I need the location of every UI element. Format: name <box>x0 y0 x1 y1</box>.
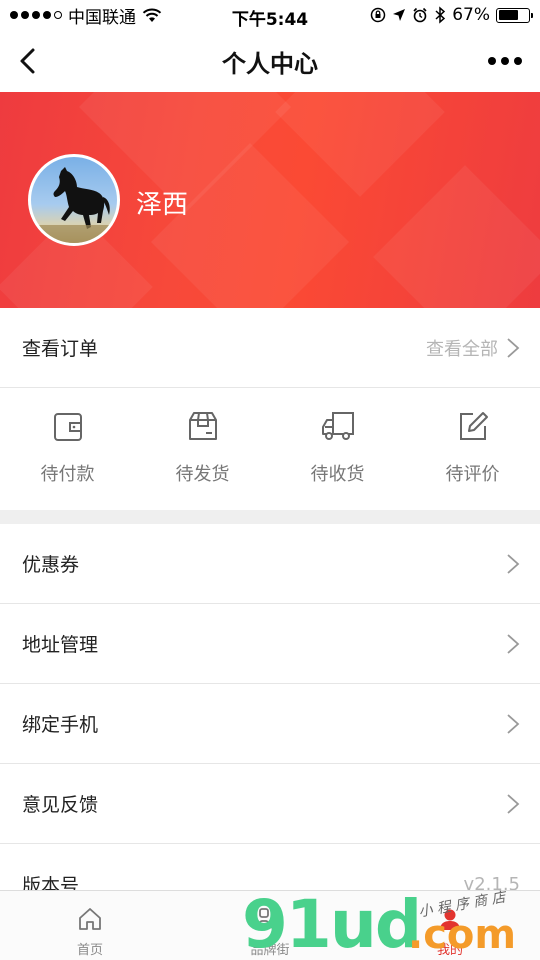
back-icon[interactable] <box>14 46 44 76</box>
user-icon <box>440 909 460 930</box>
section-divider <box>0 510 540 524</box>
tab-label: 品牌街 <box>250 943 290 958</box>
horse-avatar-image <box>31 167 117 243</box>
home-icon <box>79 908 101 930</box>
order-pending-review[interactable]: 待评价 <box>405 388 540 510</box>
status-bar: 中国联通 下午5:44 67% <box>0 0 540 30</box>
banner-pattern <box>275 92 445 197</box>
tab-brand-street[interactable]: 品牌街 <box>180 891 360 960</box>
tab-label: 我的 <box>436 943 463 958</box>
wallet-icon <box>53 413 82 441</box>
battery-percent: 67% <box>452 5 490 25</box>
package-icon <box>188 412 217 440</box>
menu-bind-phone[interactable]: 绑定手机 <box>0 684 540 764</box>
order-item-label: 待付款 <box>40 464 95 485</box>
tab-label: 首页 <box>76 943 103 958</box>
view-all-link[interactable]: 查看全部 <box>426 335 498 361</box>
profile-banner: 泽西 <box>0 92 540 308</box>
username: 泽西 <box>136 190 189 220</box>
battery-icon <box>496 7 533 23</box>
order-pending-receipt[interactable]: 待收货 <box>270 388 405 510</box>
menu-item-label: 意见反馈 <box>22 794 99 816</box>
more-icon[interactable] <box>488 57 522 65</box>
rotation-lock-icon <box>370 7 386 23</box>
menu-item-label: 优惠券 <box>22 554 80 576</box>
menu-feedback[interactable]: 意见反馈 <box>0 764 540 844</box>
chevron-right-icon <box>507 713 520 734</box>
order-status-bar: 待付款 待发货 待收货 待评价 <box>0 388 540 510</box>
alarm-icon <box>413 7 427 23</box>
truck-icon <box>321 412 354 440</box>
nav-bar: 个人中心 <box>0 30 540 92</box>
carrier-name: 中国联通 <box>68 7 136 28</box>
tab-home[interactable]: 首页 <box>0 891 180 960</box>
avatar[interactable] <box>28 154 120 246</box>
menu-address[interactable]: 地址管理 <box>0 604 540 684</box>
order-item-label: 待评价 <box>445 464 500 485</box>
edit-icon <box>459 412 488 440</box>
order-pending-payment[interactable]: 待付款 <box>0 388 135 510</box>
menu-coupons[interactable]: 优惠券 <box>0 524 540 604</box>
location-icon <box>393 9 406 21</box>
banner-pattern <box>373 165 540 308</box>
signal-strength-icon <box>10 11 62 19</box>
chevron-right-icon <box>507 337 520 358</box>
order-item-label: 待发货 <box>175 464 230 485</box>
chevron-right-icon <box>507 633 520 654</box>
page-title: 个人中心 <box>222 49 318 78</box>
bluetooth-icon <box>435 6 446 24</box>
grid-icon <box>259 908 281 930</box>
wifi-icon <box>142 8 162 22</box>
order-pending-shipment[interactable]: 待发货 <box>135 388 270 510</box>
tab-bar: 首页 品牌街 我的 <box>0 890 540 960</box>
order-item-label: 待收货 <box>310 464 365 485</box>
chevron-right-icon <box>507 553 520 574</box>
menu-item-label: 绑定手机 <box>22 714 99 736</box>
menu-item-label: 地址管理 <box>22 634 99 656</box>
orders-row[interactable]: 查看订单 查看全部 <box>0 308 540 388</box>
battery-fill <box>498 10 518 20</box>
chevron-right-icon <box>507 793 520 814</box>
tab-mine[interactable]: 我的 <box>360 891 540 960</box>
orders-label: 查看订单 <box>22 338 99 360</box>
